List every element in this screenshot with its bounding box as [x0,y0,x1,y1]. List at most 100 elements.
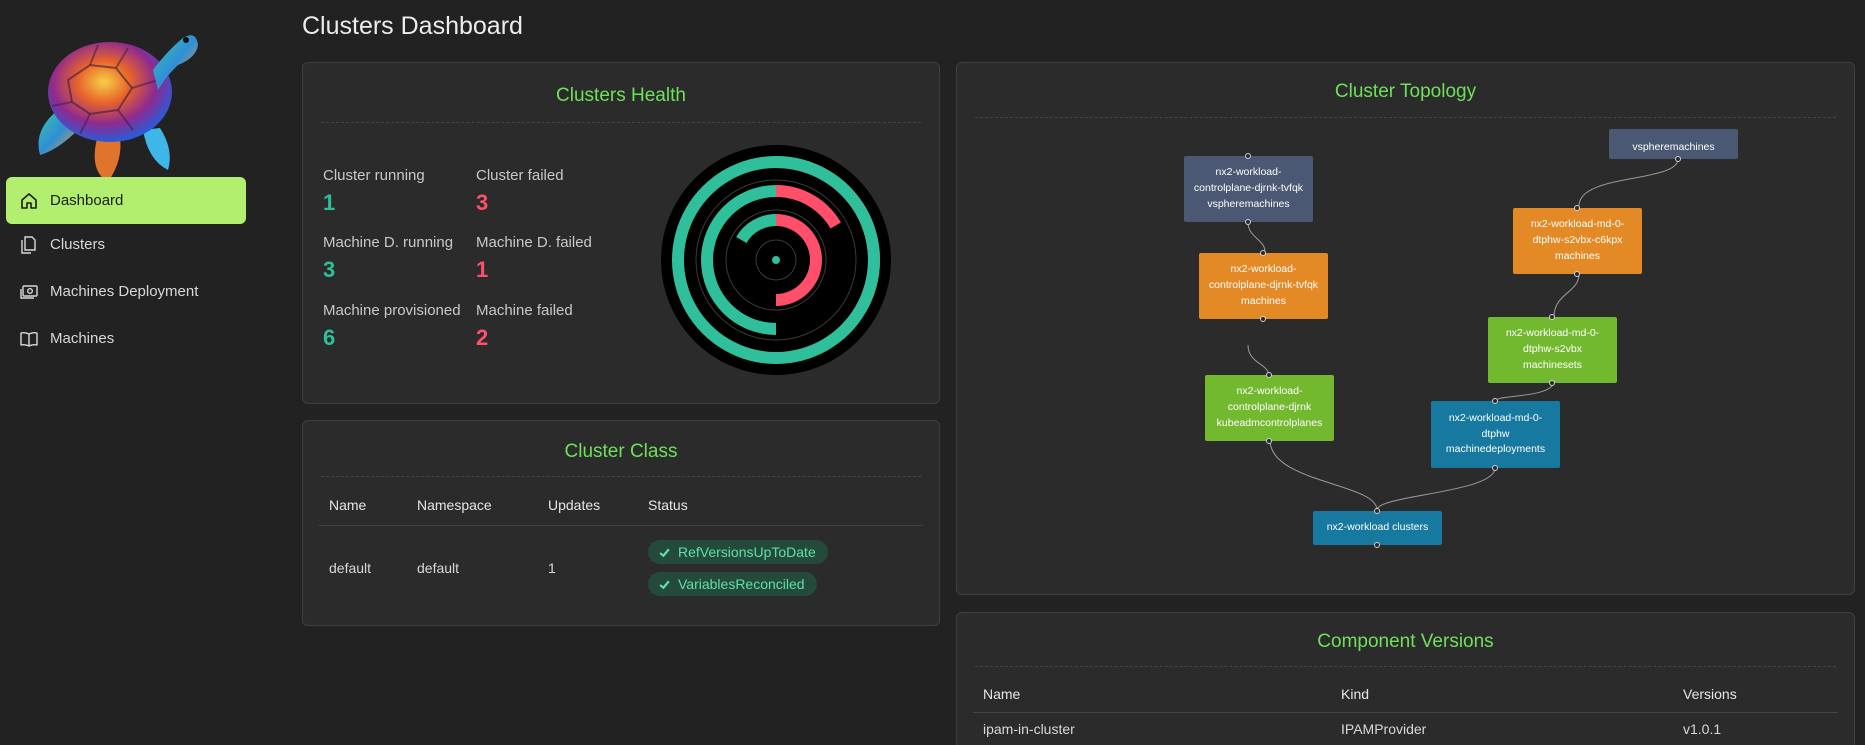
table-row[interactable]: default default 1 RefVersionsUpToDate Va… [319,525,923,611]
cash-icon [20,284,38,299]
cell-version: v1.0.1 [1683,720,1722,737]
handle-dot[interactable] [1492,465,1498,471]
cluster-topology-card: Cluster Topology vspheremachines nx2-wor… [956,62,1855,595]
sidebar-item-label: Machines Deployment [50,283,199,300]
stat-value: 1 [476,257,489,282]
status-label: RefVersionsUpToDate [678,544,816,561]
status-badge: RefVersionsUpToDate [648,540,828,565]
node-clusters[interactable]: nx2-workload clusters [1313,511,1442,545]
node-md-machines[interactable]: nx2-workload-md-0-dtphw-s2vbx-c6kpx mach… [1513,208,1642,274]
stat-cluster-failed: Cluster failed 3 [476,167,564,216]
stat-value: 1 [323,190,336,215]
node-controlplane-vspheremachines[interactable]: nx2-workload-controlplane-djrnk-tvfqk vs… [1184,156,1313,222]
handle-dot[interactable] [1260,250,1266,256]
node-label: nx2-workload-md-0-dtphw-s2vbx machineset… [1505,327,1600,371]
node-machinedeployments[interactable]: nx2-workload-md-0-dtphw machinedeploymen… [1431,401,1560,468]
status-label: VariablesReconciled [678,576,805,593]
stat-machine-d-running: Machine D. running 3 [323,234,453,283]
handle-dot[interactable] [1266,372,1272,378]
stat-label: Machine provisioned [323,302,461,319]
divider [975,666,1836,667]
handle-dot[interactable] [1549,314,1555,320]
node-label: nx2-workload-controlplane-djrnk-tvfqk vs… [1193,166,1304,210]
sidebar: Dashboard Clusters Machines Deployment M… [0,0,260,745]
cluster-class-table: Name Namespace Updates Status default de… [319,485,923,611]
stat-value: 3 [476,190,489,215]
handle-dot[interactable] [1260,316,1266,322]
sidebar-item-machines[interactable]: Machines [6,315,246,362]
node-vspheremachines[interactable]: vspheremachines [1609,129,1738,159]
column-header[interactable]: Name [973,676,1331,713]
handle-dot[interactable] [1266,438,1272,444]
column-header[interactable]: Status [638,485,923,526]
stat-label: Cluster failed [476,167,564,184]
handle-dot[interactable] [1492,398,1498,404]
stat-value: 2 [476,325,489,350]
edge [1496,380,1555,401]
stat-machine-d-failed: Machine D. failed 1 [476,234,592,283]
cell-name: ipam-in-cluster [983,720,1075,737]
card-title: Cluster Class [564,441,678,462]
node-controlplane-machines[interactable]: nx2-workload-controlplane-djrnk-tvfqk ma… [1199,253,1328,319]
stat-label: Machine D. failed [476,234,592,251]
column-header[interactable]: Namespace [407,485,538,526]
page-title: Clusters Dashboard [302,12,523,40]
node-label: nx2-workload clusters [1326,521,1429,534]
node-kubeadmcontrolplanes[interactable]: nx2-workload-controlplane-djrnk kubeadmc… [1205,375,1334,441]
chart-center [772,256,780,264]
stat-machine-provisioned: Machine provisioned 6 [323,302,461,351]
sidebar-item-clusters[interactable]: Clusters [6,221,246,268]
handle-dot[interactable] [1374,508,1380,514]
node-label: nx2-workload-md-0-dtphw-s2vbx-c6kpx mach… [1530,218,1625,262]
cell-kind: IPAMProvider [1341,720,1427,737]
handle-dot[interactable] [1245,153,1251,159]
clusters-health-card: Clusters Health Cluster running 1 Cluste… [302,62,940,404]
column-header[interactable]: Name [319,485,407,526]
cell-updates: 1 [548,560,556,577]
edge [1553,273,1580,318]
stat-value: 6 [323,325,336,350]
card-title: Clusters Health [556,85,686,106]
handle-dot[interactable] [1574,205,1580,211]
column-header[interactable]: Kind [1331,676,1673,713]
sidebar-item-label: Clusters [50,236,106,253]
home-icon [21,192,37,209]
divider [321,122,921,123]
cluster-class-card: Cluster Class Name Namespace Updates Sta… [302,420,940,626]
card-title: Component Versions [1317,631,1494,652]
stat-machine-failed: Machine failed 2 [476,302,573,351]
stat-value: 3 [323,257,336,282]
table-row[interactable]: ipam-in-cluster IPAMProvider v1.0.1 [973,712,1838,745]
turtle-logo [28,10,208,185]
stat-label: Machine D. running [323,234,454,251]
files-icon [21,235,36,254]
handle-dot[interactable] [1245,219,1251,225]
stat-cluster-running: Cluster running 1 [323,167,425,216]
handle-dot[interactable] [1675,156,1681,162]
stat-label: Cluster running [323,167,425,184]
column-header[interactable]: Versions [1673,676,1838,713]
node-label: nx2-workload-controlplane-djrnk-tvfqk ma… [1208,263,1319,307]
cell-status: RefVersionsUpToDate VariablesReconciled [638,525,923,611]
handle-dot[interactable] [1374,542,1380,548]
column-header[interactable]: Updates [538,485,638,526]
node-label: vspheremachines [1632,141,1715,154]
handle-dot[interactable] [1574,271,1580,277]
handle-dot[interactable] [1549,380,1555,386]
edge [1578,158,1679,208]
node-machinesets[interactable]: nx2-workload-md-0-dtphw-s2vbx machineset… [1488,317,1617,383]
node-label: nx2-workload-md-0-dtphw machinedeploymen… [1445,411,1546,456]
edge [1376,467,1496,511]
edge [1247,344,1270,376]
check-icon [659,548,670,558]
health-radial-chart [661,145,891,375]
cell-namespace: default [417,560,460,577]
stat-label: Machine failed [476,302,573,319]
component-versions-card: Component Versions Name Kind Versions ip… [956,612,1855,745]
sidebar-item-machines-deployment[interactable]: Machines Deployment [6,268,246,315]
sidebar-item-dashboard[interactable]: Dashboard [6,177,246,224]
component-versions-table: Name Kind Versions ipam-in-cluster IPAMP… [973,676,1838,745]
check-icon [659,580,670,590]
edge [1269,439,1378,511]
node-label: nx2-workload-controlplane-djrnk kubeadmc… [1216,385,1323,429]
